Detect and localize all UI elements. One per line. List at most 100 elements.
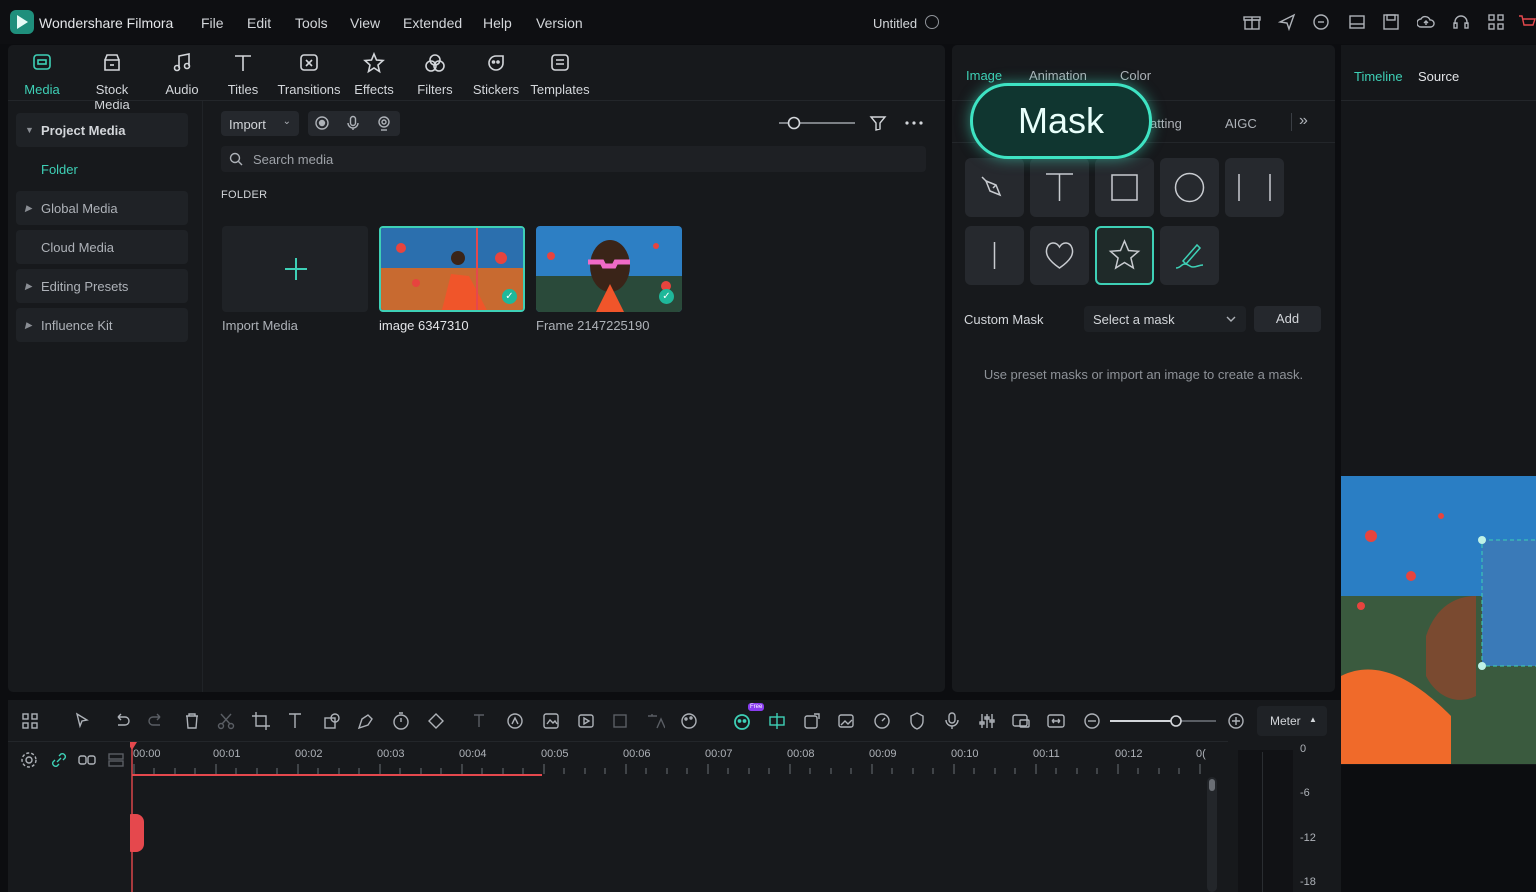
mask-select[interactable]: Select a mask — [1084, 306, 1246, 332]
menu-extended[interactable]: Extended — [403, 15, 462, 31]
mask-text[interactable] — [1030, 158, 1089, 217]
crop-icon[interactable] — [251, 711, 271, 731]
split-clip-icon[interactable] — [767, 711, 787, 731]
translate-icon[interactable] — [645, 711, 665, 731]
media-icon — [33, 54, 51, 70]
share-icon[interactable] — [802, 711, 822, 731]
delete-icon[interactable] — [182, 711, 202, 731]
microphone-icon[interactable] — [345, 115, 361, 131]
tool-audio[interactable]: Audio — [147, 52, 217, 97]
settings-gear-icon[interactable] — [20, 751, 38, 769]
menu-edit[interactable]: Edit — [247, 15, 271, 31]
mixer-icon[interactable] — [977, 711, 997, 731]
vertical-scrollbar[interactable] — [1207, 777, 1217, 892]
cart-icon[interactable] — [1518, 13, 1536, 31]
text-tool-icon[interactable] — [286, 711, 306, 731]
mask-brush[interactable] — [1160, 226, 1219, 285]
mask-circle[interactable] — [1160, 158, 1219, 217]
tool-filters[interactable]: Filters — [400, 52, 470, 97]
tab-timeline[interactable]: Timeline — [1354, 69, 1403, 84]
sidebar-influence-kit[interactable]: ▶ Influence Kit — [16, 308, 188, 342]
pip-icon[interactable] — [1011, 711, 1031, 731]
zoom-out-icon[interactable] — [1082, 711, 1102, 731]
import-button[interactable]: Import ⌄ — [221, 111, 299, 136]
mask-double-line[interactable] — [1225, 158, 1284, 217]
shape-icon[interactable] — [322, 711, 342, 731]
menu-view[interactable]: View — [350, 15, 380, 31]
save-icon[interactable] — [1382, 13, 1400, 31]
menu-tools[interactable]: Tools — [295, 15, 328, 31]
undo-icon[interactable] — [112, 711, 132, 731]
subtab-matting[interactable]: atting — [1150, 116, 1182, 131]
auto-text-icon[interactable] — [471, 711, 491, 731]
mask-pen[interactable] — [965, 158, 1024, 217]
timer-icon[interactable] — [391, 711, 411, 731]
scrollbar-thumb[interactable] — [1209, 779, 1215, 791]
zoom-slider[interactable] — [1108, 711, 1218, 731]
palette-icon[interactable] — [679, 711, 699, 731]
tool-templates[interactable]: Templates — [525, 52, 595, 97]
mask-rectangle[interactable] — [1095, 158, 1154, 217]
tab-source[interactable]: Source — [1418, 69, 1459, 84]
ai-image-icon[interactable] — [541, 711, 561, 731]
send-icon[interactable] — [1278, 13, 1296, 31]
detach-icon[interactable] — [610, 711, 630, 731]
redo-icon[interactable] — [146, 711, 166, 731]
menu-file[interactable]: File — [201, 15, 224, 31]
ai-video-icon[interactable] — [576, 711, 596, 731]
subtab-aigc[interactable]: AIGC — [1225, 116, 1257, 131]
fit-icon[interactable] — [1046, 711, 1066, 731]
thumbnail-size-slider[interactable] — [777, 114, 857, 132]
sidebar-folder[interactable]: Folder — [41, 162, 78, 177]
select-tool-icon[interactable] — [73, 711, 93, 731]
group-link-icon[interactable] — [78, 751, 96, 769]
ai-audio-icon[interactable] — [505, 711, 525, 731]
webcam-icon[interactable] — [376, 115, 392, 131]
ai-copilot-icon[interactable] — [732, 711, 752, 731]
menu-help[interactable]: Help — [483, 15, 512, 31]
tool-media[interactable]: Media — [7, 52, 77, 97]
mask-single-line[interactable] — [965, 226, 1024, 285]
cut-icon[interactable] — [216, 711, 236, 731]
pen-icon[interactable] — [356, 711, 376, 731]
menu-version[interactable]: Version — [536, 15, 583, 31]
image-edit-icon[interactable] — [836, 711, 856, 731]
track-manage-icon[interactable] — [107, 751, 125, 769]
sidebar-global-media[interactable]: ▶ Global Media — [16, 191, 188, 225]
keyframe-icon[interactable] — [426, 711, 446, 731]
media-thumb-image[interactable]: ✓ — [379, 226, 525, 312]
sidebar-project-media[interactable]: ▼ Project Media — [16, 113, 188, 147]
mask-star[interactable] — [1095, 226, 1154, 285]
add-mask-button[interactable]: Add — [1254, 306, 1321, 332]
mask-heart[interactable] — [1030, 226, 1089, 285]
cloud-upload-icon[interactable] — [1417, 13, 1435, 31]
tab-image[interactable]: Image — [966, 68, 1002, 83]
tool-stickers[interactable]: Stickers — [461, 52, 531, 97]
layout-grid-icon[interactable] — [20, 711, 40, 731]
speed-icon[interactable] — [872, 711, 892, 731]
shield-icon[interactable] — [907, 711, 927, 731]
filter-icon[interactable] — [869, 114, 887, 132]
tab-animation[interactable]: Animation — [1029, 68, 1087, 83]
link-icon[interactable] — [50, 751, 68, 769]
more-tabs-icon[interactable]: » — [1299, 112, 1308, 130]
record-screen-icon[interactable] — [314, 115, 330, 131]
cloud-sync-icon[interactable] — [1312, 13, 1330, 31]
gift-icon[interactable] — [1243, 13, 1261, 31]
layout-icon[interactable] — [1348, 13, 1366, 31]
meter-toggle[interactable]: Meter ▲ — [1257, 706, 1327, 736]
more-options-icon[interactable] — [904, 114, 924, 132]
media-thumb-frame[interactable]: ✓ — [536, 226, 682, 312]
headset-icon[interactable] — [1452, 13, 1470, 31]
tool-titles[interactable]: Titles — [208, 52, 278, 97]
voiceover-icon[interactable] — [942, 711, 962, 731]
search-input[interactable]: Search media — [221, 146, 926, 172]
tab-color[interactable]: Color — [1120, 68, 1151, 83]
sidebar-editing-presets[interactable]: ▶ Editing Presets — [16, 269, 188, 303]
zoom-in-icon[interactable] — [1226, 711, 1246, 731]
apps-grid-icon[interactable] — [1487, 13, 1505, 31]
import-media-tile[interactable] — [222, 226, 368, 312]
sidebar-cloud-media[interactable]: Cloud Media — [16, 230, 188, 264]
tool-effects[interactable]: Effects — [339, 51, 409, 97]
tool-transitions[interactable]: Transitions — [274, 52, 344, 97]
